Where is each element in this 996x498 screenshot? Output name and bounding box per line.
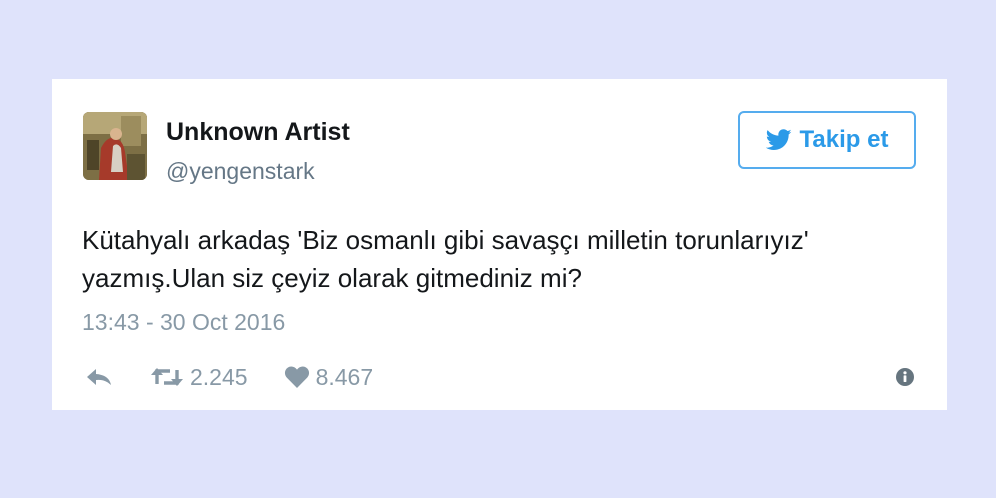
retweet-button[interactable]: 2.245 <box>150 363 248 391</box>
info-button[interactable] <box>896 368 914 386</box>
retweet-count: 2.245 <box>190 364 248 390</box>
tweet-timestamp[interactable]: 13:43 - 30 Oct 2016 <box>82 308 285 336</box>
like-count: 8.467 <box>315 364 374 390</box>
follow-button-label: Takip et <box>799 126 889 153</box>
avatar[interactable] <box>83 112 147 180</box>
tweet-actions: 2.245 8.467 <box>86 362 373 392</box>
author-handle[interactable]: @yengenstark <box>166 157 315 185</box>
heart-icon <box>284 365 310 389</box>
twitter-bird-icon <box>765 129 792 151</box>
reply-button[interactable] <box>86 367 112 387</box>
reply-icon <box>86 367 112 387</box>
author-display-name[interactable]: Unknown Artist <box>166 117 350 147</box>
tweet-text: Kütahyalı arkadaş 'Biz osmanlı gibi sava… <box>82 225 809 293</box>
like-button[interactable]: 8.467 <box>284 363 374 391</box>
follow-button[interactable]: Takip et <box>738 111 916 169</box>
info-icon <box>896 368 914 386</box>
tweet-card: Unknown Artist @yengenstark Takip et Küt… <box>52 79 947 410</box>
retweet-icon <box>150 366 184 388</box>
